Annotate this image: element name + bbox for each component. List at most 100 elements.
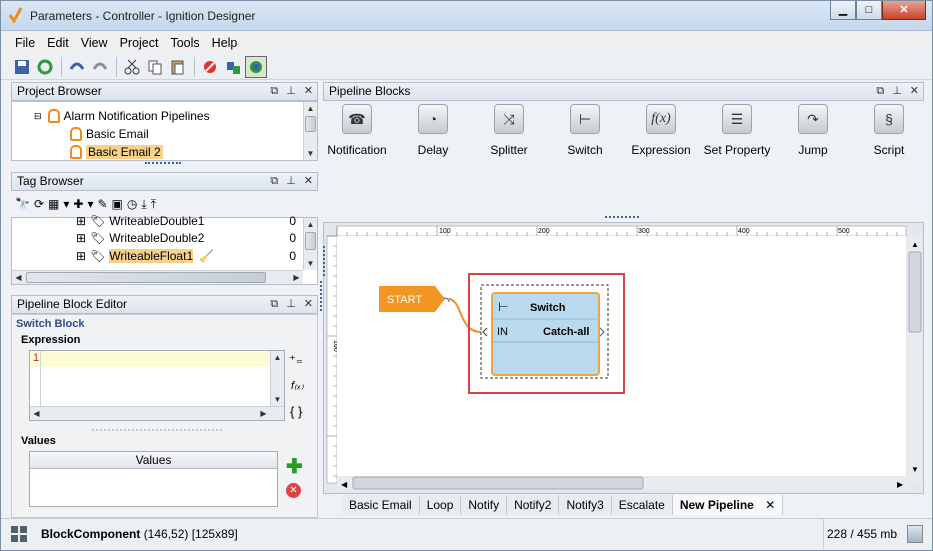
tab-loop[interactable]: Loop (419, 495, 462, 515)
close-window-button[interactable]: ✕ (882, 1, 926, 20)
comm-icon[interactable] (222, 56, 244, 78)
layout-grid-icon[interactable] (11, 526, 27, 542)
export-icon[interactable]: ⤒ (151, 197, 156, 212)
tag-row[interactable]: ⊞ 🏷 WriteableDouble2 0 (76, 229, 296, 247)
menu-tools[interactable]: Tools (164, 36, 205, 50)
disable-icon[interactable] (199, 56, 221, 78)
tab-notify[interactable]: Notify (461, 495, 508, 515)
scroll-left-arrow[interactable]: ◀ (341, 480, 348, 489)
pipeline-tabs: Basic Email Loop Notify Notify2 Notify3 … (342, 495, 784, 515)
restore-icon[interactable]: ⧉ (270, 173, 278, 190)
pin-icon[interactable]: ⊥ (286, 173, 296, 190)
tab-close-icon[interactable]: ✕ (765, 498, 775, 512)
restore-icon[interactable]: ⧉ (270, 296, 278, 313)
ruler-label-100: 100 (439, 228, 451, 235)
tree-item-basic-email[interactable]: Basic Email (70, 125, 149, 143)
restore-icon[interactable]: ⧉ (270, 83, 278, 100)
palette-splitter[interactable] (605, 216, 639, 218)
menu-project[interactable]: Project (114, 36, 165, 50)
minimize-button[interactable]: ▁ (830, 1, 856, 20)
vertical-splitter[interactable] (320, 281, 322, 311)
tab-notify2[interactable]: Notify2 (507, 495, 560, 515)
scroll-down-arrow[interactable]: ▼ (911, 465, 919, 474)
block-set-property[interactable]: ☰ Set Property (698, 104, 776, 157)
block-expression[interactable]: f(x) Expression (622, 104, 700, 157)
tag-row[interactable]: ⊞ 🏷 WriteableFloat1 🧹 0 (76, 247, 296, 265)
binoculars-icon[interactable]: 🔭 (15, 197, 30, 211)
phone-icon: ☎ (342, 104, 372, 134)
maximize-button[interactable]: □ (856, 1, 882, 20)
insert-operator-icon[interactable]: ⁺₌ (289, 352, 303, 368)
close-icon[interactable]: ✕ (304, 173, 313, 190)
tag-row[interactable]: ⊞ 🏷 WriteableDouble1 0 (76, 212, 296, 230)
block-notification[interactable]: ☎ Notification (318, 104, 396, 157)
pin-icon[interactable]: ⊥ (286, 296, 296, 313)
block-script[interactable]: § Script (850, 104, 928, 157)
project-browser-tree: ⊟ Alarm Notification Pipelines Basic Emai… (11, 101, 318, 161)
function-icon[interactable]: f₍ₓ₎ (291, 379, 304, 392)
ruler-label-300: 300 (638, 228, 650, 235)
expression-hscroll[interactable]: ◀ ▶ (30, 406, 284, 420)
dropdown-icon[interactable]: ▾ (87, 197, 93, 211)
redo-icon[interactable] (89, 56, 111, 78)
grid-icon[interactable]: ▦ (48, 197, 59, 211)
menu-help[interactable]: Help (206, 36, 244, 50)
pipeline-canvas[interactable]: 100 200 300 400 500 100 START ⊢ Switch I… (323, 222, 924, 494)
tree-item-basic-email-2[interactable]: Basic Email 2 (70, 143, 163, 161)
edit-tag-icon[interactable]: ✎ (97, 197, 107, 211)
block-delay[interactable]: ◔ Delay (394, 104, 472, 157)
copy-icon[interactable] (144, 56, 166, 78)
tag-browser-vscroll[interactable]: ▲ ▼ (303, 218, 317, 270)
pin-icon[interactable]: ⊥ (286, 83, 296, 100)
expression-editor[interactable]: 1 ▲ ▼ ◀ ▶ (29, 350, 285, 421)
tag-browser-hscroll[interactable]: ◀ ▶ (12, 270, 303, 284)
scroll-right-arrow[interactable]: ▶ (897, 480, 904, 489)
paste-icon[interactable] (167, 56, 189, 78)
preview-icon[interactable] (245, 55, 267, 78)
close-icon[interactable]: ✕ (304, 296, 313, 313)
pin-icon[interactable]: ⊥ (892, 83, 902, 100)
tab-notify3[interactable]: Notify3 (559, 495, 612, 515)
undo-icon[interactable] (66, 56, 88, 78)
values-table[interactable]: Values (29, 451, 278, 507)
remove-value-icon[interactable]: ✕ (286, 483, 301, 498)
tree-item-alarm-pipelines[interactable]: ⊟ Alarm Notification Pipelines (34, 107, 210, 125)
project-browser-scrollbar[interactable]: ▲ ▼ (303, 102, 317, 160)
editor-splitter[interactable] (92, 429, 222, 431)
expression-vscroll[interactable]: ▲ ▼ (270, 351, 284, 406)
ignition-logo-icon (8, 7, 23, 23)
pipeline-blocks-title: Pipeline Blocks (329, 84, 411, 98)
menu-edit[interactable]: Edit (41, 36, 75, 50)
braces-icon[interactable]: { } (290, 404, 302, 419)
add-value-icon[interactable]: ✚ (286, 457, 303, 477)
tab-basic-email[interactable]: Basic Email (342, 495, 420, 515)
new-tag-icon[interactable]: ✚ (73, 197, 83, 211)
refresh-icon[interactable]: ⟳ (34, 197, 44, 211)
save-icon[interactable] (11, 56, 33, 78)
menu-view[interactable]: View (75, 36, 114, 50)
tab-escalate[interactable]: Escalate (611, 495, 673, 515)
gc-trash-icon[interactable] (907, 525, 923, 543)
splitter-grip[interactable] (145, 162, 181, 164)
canvas-splitter[interactable] (323, 246, 325, 276)
close-icon[interactable]: ✕ (304, 83, 313, 100)
clock-icon[interactable]: ◷ (127, 197, 137, 211)
block-jump[interactable]: ↷ Jump (774, 104, 852, 157)
close-icon[interactable]: ✕ (910, 83, 919, 100)
cut-icon[interactable] (121, 56, 143, 78)
tab-new-pipeline[interactable]: New Pipeline ✕ (672, 495, 784, 515)
opc-icon[interactable]: ▣ (112, 197, 123, 211)
block-splitter[interactable]: ⤨ Splitter (470, 104, 548, 157)
block-switch[interactable]: ⊢ Switch (546, 104, 624, 157)
values-column-header: Values (30, 452, 277, 469)
tag-browser-header: Tag Browser ⧉ ⊥ ✕ (11, 172, 318, 191)
menu-file[interactable]: File (9, 36, 41, 50)
pipeline-icon (70, 127, 82, 141)
component-coords: (146,52) [125x89] (143, 527, 238, 541)
publish-icon[interactable] (34, 56, 56, 78)
import-icon[interactable]: ⤓ (141, 197, 146, 212)
pipeline-blocks-header: Pipeline Blocks ⧉ ⊥ ✕ (323, 82, 924, 101)
restore-icon[interactable]: ⧉ (876, 83, 884, 100)
scroll-up-arrow[interactable]: ▲ (911, 240, 919, 249)
dropdown-icon[interactable]: ▾ (63, 197, 69, 211)
